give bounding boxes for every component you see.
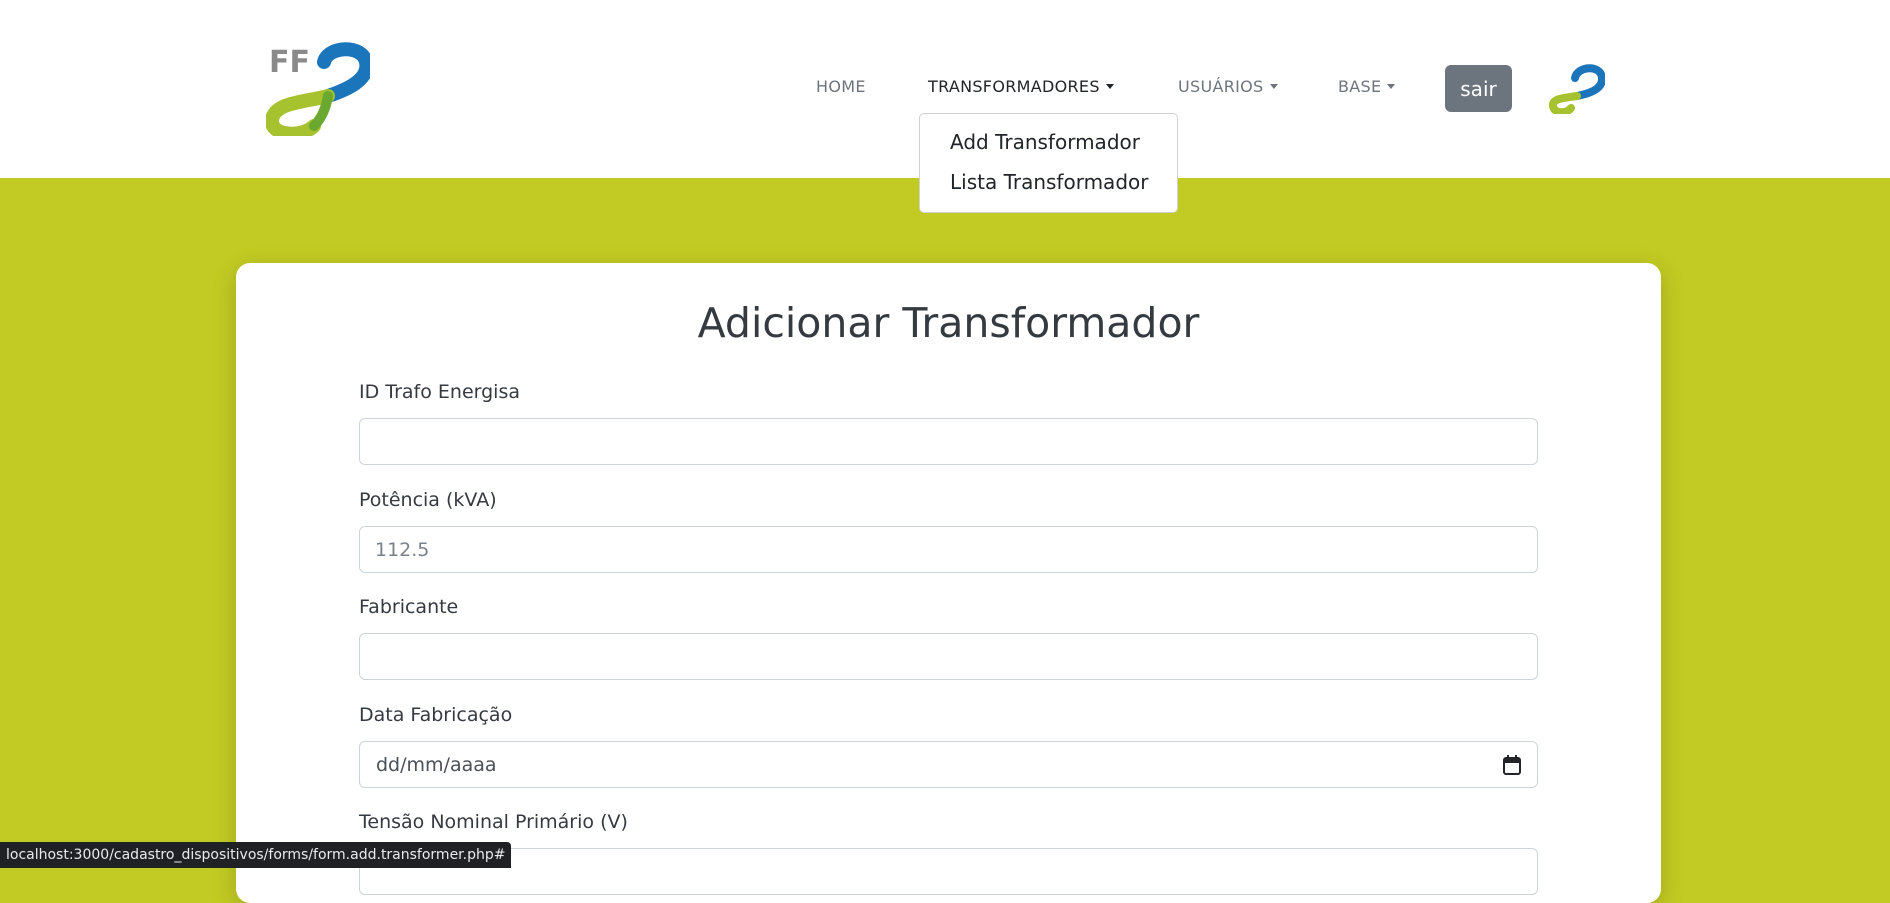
caret-down-icon (1105, 84, 1114, 89)
tensao-primario-label: Tensão Nominal Primário (V) (359, 811, 628, 833)
fabricante-label: Fabricante (359, 596, 459, 618)
transformadores-dropdown-menu: Add Transformador Lista Transformador (919, 113, 1178, 213)
potencia-input[interactable] (359, 526, 1538, 573)
tensao-primario-input[interactable] (359, 848, 1538, 895)
nav-usuarios[interactable]: USUÁRIOS (1178, 76, 1278, 98)
id-trafo-input[interactable] (359, 418, 1538, 465)
status-bar-url: localhost:3000/cadastro_dispositivos/for… (0, 842, 512, 868)
svg-text:FF: FF (269, 45, 310, 80)
ff-logo[interactable]: FF (265, 40, 374, 141)
logout-button[interactable]: sair (1445, 65, 1512, 112)
potencia-label: Potência (kVA) (359, 489, 497, 511)
nav-base[interactable]: BASE (1338, 76, 1396, 98)
caret-down-icon (1269, 84, 1278, 89)
menu-item-lista-transformador[interactable]: Lista Transformador (950, 170, 1148, 194)
page-title: Adicionar Transformador (697, 299, 1200, 347)
nav-home[interactable]: HOME (816, 76, 866, 98)
calendar-icon[interactable] (1503, 755, 1521, 775)
brand-icon (1549, 62, 1606, 117)
menu-item-add-transformador[interactable]: Add Transformador (950, 130, 1140, 154)
nav-transformadores[interactable]: TRANSFORMADORES (928, 76, 1114, 98)
date-value: dd/mm/aaaa (376, 754, 497, 776)
form-card: Adicionar Transformador ID Trafo Energis… (236, 263, 1661, 903)
caret-down-icon (1387, 84, 1396, 89)
data-fabricacao-label: Data Fabricação (359, 704, 513, 726)
id-trafo-label: ID Trafo Energisa (359, 381, 520, 403)
data-fabricacao-input[interactable]: dd/mm/aaaa (359, 741, 1538, 788)
fabricante-input[interactable] (359, 633, 1538, 680)
